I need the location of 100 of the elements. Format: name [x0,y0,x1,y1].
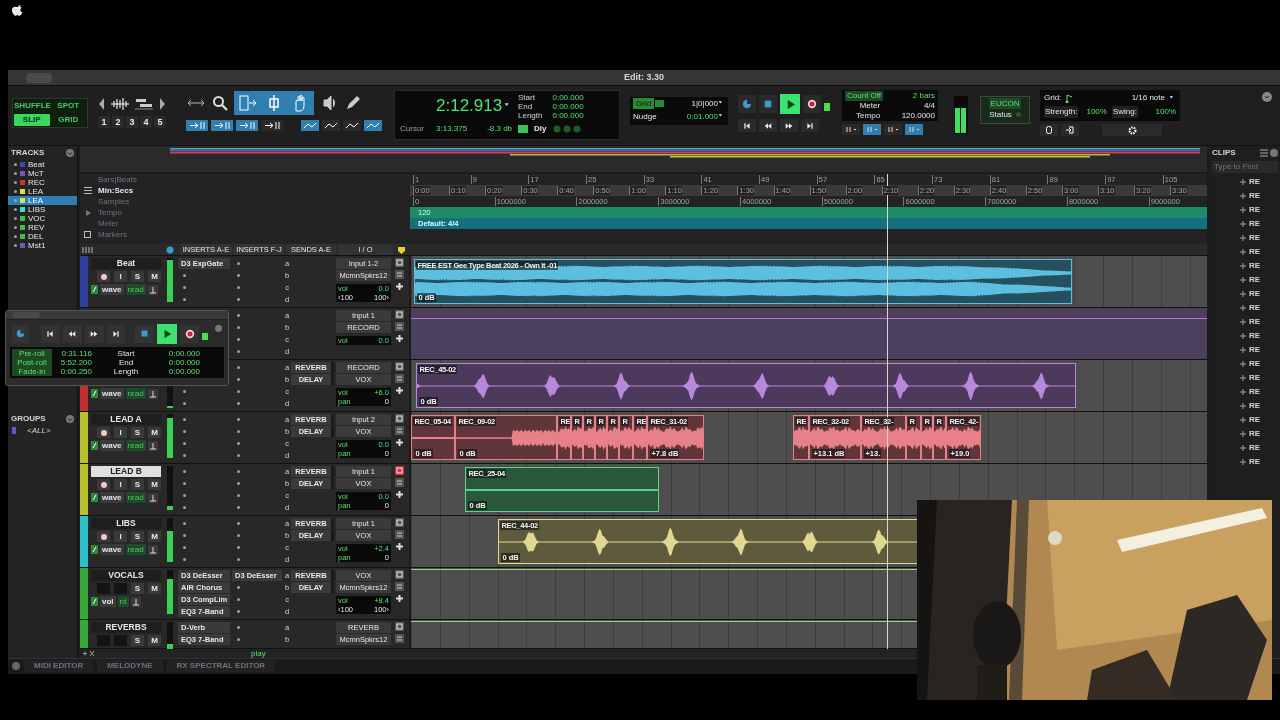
pencil-icon[interactable] [344,94,362,112]
expand-icon[interactable] [1240,193,1246,199]
panel-menu-icon[interactable] [1270,148,1278,157]
group-list-item[interactable]: <ALL> [8,425,77,436]
expand-icon[interactable] [1240,459,1246,465]
online-button[interactable] [738,95,756,113]
clip-list-item[interactable]: RE [1249,302,1261,314]
track-name[interactable]: LIBS [91,518,161,529]
zoom-in-arrow-icon[interactable] [158,96,166,112]
quantize-button[interactable] [1040,124,1058,136]
clip-list-item[interactable]: RE [1249,176,1261,188]
mute-button[interactable]: M [148,271,161,282]
online-button[interactable] [12,324,29,343]
rewind-button[interactable] [62,324,82,343]
track-list-item[interactable]: REC [8,178,77,187]
input-monitor-button[interactable]: I [114,531,127,542]
menu-icon[interactable] [1260,148,1268,157]
clip-list-item[interactable]: RE [1249,190,1261,202]
nudge-value[interactable]: 0:01.000 [686,111,718,122]
track-input-button[interactable] [395,518,404,527]
track-list-item[interactable]: Beat [8,160,77,169]
panel-menu-icon[interactable] [215,325,222,332]
add-icon[interactable] [395,438,404,447]
edit-mode-button[interactable]: SPOT [50,100,86,113]
expand-icon[interactable] [1240,403,1246,409]
track-list-item[interactable]: REV [8,223,77,232]
clip-list-item[interactable]: RE [1249,330,1261,342]
clip-list-item[interactable]: RE [1249,442,1261,454]
track-output-icon[interactable] [395,374,404,383]
track-name[interactable]: VOCALS [91,570,161,581]
expand-icon[interactable] [1240,389,1246,395]
meter-mode-icon[interactable] [518,125,529,133]
track-record-button[interactable] [97,479,110,490]
marker-flag-icon[interactable] [397,246,406,254]
track-input-button[interactable] [395,362,404,371]
mute-button[interactable]: M [148,531,161,542]
fast-forward-icon[interactable] [90,329,99,338]
expand-icon[interactable] [1240,249,1246,255]
panel-menu-icon[interactable] [12,661,20,670]
track-input-button[interactable] [395,466,404,475]
clip-list-item[interactable]: RE [1249,204,1261,216]
midi-setting-value[interactable]: 4/4 [883,101,935,111]
track-output-icon[interactable] [395,634,404,643]
marker-icon[interactable] [84,231,91,238]
range-value[interactable]: 0:00.000 [552,110,584,120]
track-input-button[interactable] [395,570,404,579]
stop-button[interactable] [759,95,777,113]
session-overview-drawing[interactable] [80,146,1207,172]
mute-button[interactable]: M [148,479,161,490]
track-list-item[interactable]: LIBS [8,205,77,214]
waveform-zoom-icon[interactable] [110,96,130,112]
mute-button[interactable]: M [148,583,161,594]
track-name[interactable]: Beat [91,258,161,269]
expand-icon[interactable] [1240,333,1246,339]
midi-option-icon[interactable] [842,124,860,135]
record-button[interactable] [803,95,821,113]
track-view-selector[interactable]: wave [100,284,124,295]
stop-icon[interactable] [140,329,150,338]
track-name[interactable]: LEAD A [91,414,161,425]
fast-forward-button[interactable] [780,119,798,132]
mute-button[interactable]: M [148,635,161,646]
swing-value[interactable]: 100% [1155,106,1176,118]
edit-enable-icon[interactable] [91,285,98,294]
speaker-tool-icon[interactable] [320,94,338,112]
fast-forward-icon[interactable] [785,121,793,130]
midi-setting-value[interactable]: 120.0000 [883,111,935,121]
automation-mode-selector[interactable]: read [125,388,146,399]
track-name[interactable]: REVERBS [91,622,161,633]
expand-icon[interactable] [1240,277,1246,283]
track-list-item[interactable]: LEA [8,187,77,196]
edit-enable-icon[interactable] [91,441,98,450]
grid-mode-button[interactable]: Grid [633,98,655,109]
main-counter[interactable]: 2:12.913 [436,93,506,119]
play-icon[interactable] [162,328,173,339]
midi-setting-value[interactable]: 2 bars [883,91,935,101]
strength-value[interactable]: 100% [1086,106,1107,118]
solo-button[interactable]: S [131,479,144,490]
expand-icon[interactable] [1240,235,1246,241]
play-button[interactable] [157,323,178,344]
clip-list-item[interactable]: RE [1249,218,1261,230]
clip-list-item[interactable]: RE [1249,358,1261,370]
return-to-start-button[interactable] [40,324,60,343]
range-value[interactable]: 0:00.000 [552,101,584,111]
clip-list-item[interactable]: RE [1249,456,1261,468]
grid-value[interactable]: 1|0|000 [691,98,718,109]
range-value[interactable]: 0:00.000 [552,92,584,102]
expand-icon[interactable] [1240,417,1246,423]
edit-enable-icon[interactable] [91,389,98,398]
track-view-selector[interactable]: wave [100,388,124,399]
track-output-icon[interactable] [395,530,404,539]
panel-menu-icon[interactable] [66,414,74,423]
add-icon[interactable] [395,334,404,343]
solo-button[interactable]: S [131,427,144,438]
preroll-label[interactable]: Fade-in [18,367,46,376]
solo-button[interactable]: S [131,271,144,282]
expand-icon[interactable] [1240,207,1246,213]
automation-mode-selector[interactable]: read [125,544,146,555]
record-icon[interactable] [807,99,817,109]
ruler-label[interactable]: Min:Secs [98,185,134,196]
ruler-menu-icon[interactable] [84,187,94,194]
